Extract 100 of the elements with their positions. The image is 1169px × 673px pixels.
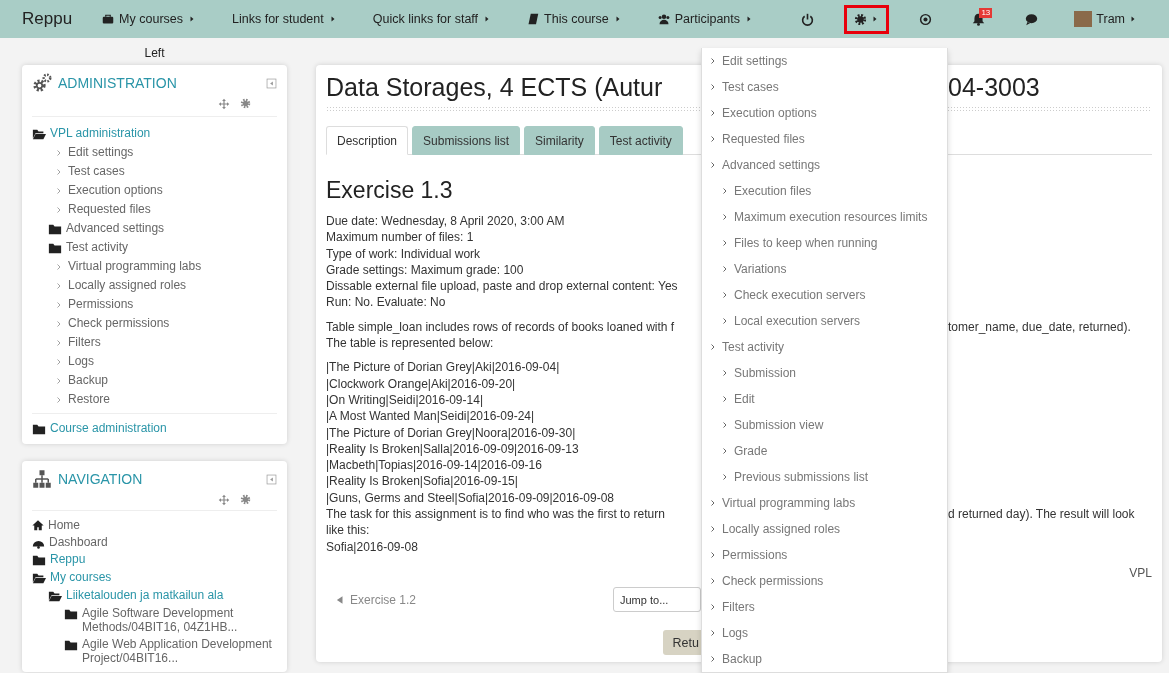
menu-item[interactable]: Files to keep when running	[702, 230, 947, 256]
tab[interactable]: Similarity	[524, 126, 595, 155]
menu-button[interactable]: This course	[523, 7, 626, 31]
chevron-icon	[721, 317, 729, 325]
chevron-icon	[709, 603, 717, 611]
book-icon	[527, 13, 540, 25]
notifications-button[interactable]: 13	[962, 4, 996, 34]
text-line: |The Picture of Dorian Grey|Aki|2016-09-04|	[326, 359, 561, 376]
menu-button[interactable]: Participants	[653, 7, 757, 31]
menu-button[interactable]: My courses	[98, 7, 200, 31]
site-name[interactable]: Reppu	[22, 9, 73, 29]
menu-item[interactable]: Test activity	[702, 334, 947, 360]
chevron-icon	[709, 161, 717, 169]
users-icon	[657, 13, 670, 25]
power-icon	[801, 12, 815, 26]
tree-item[interactable]: Permissions	[68, 297, 134, 312]
menu-item[interactable]: Check permissions	[702, 568, 947, 594]
chevron-icon	[721, 187, 729, 195]
menu-item[interactable]: Advanced settings	[702, 152, 947, 178]
menu-item[interactable]: Locally assigned roles	[702, 516, 947, 542]
chevron-icon	[55, 377, 63, 385]
chevron-icon	[709, 343, 717, 351]
user-menu[interactable]: Tram	[1068, 10, 1143, 28]
menu-item[interactable]: Edit	[702, 386, 947, 412]
tab[interactable]: Test activity	[598, 126, 683, 155]
chevron-icon	[709, 109, 717, 117]
menu-item[interactable]: Grade	[702, 438, 947, 464]
return-button[interactable]: Retu	[662, 630, 701, 656]
settings-icon	[854, 12, 868, 26]
menu-item[interactable]: Execution options	[702, 100, 947, 126]
menu-item[interactable]: Filters	[702, 594, 947, 620]
tree-item[interactable]: Execution options	[68, 183, 163, 198]
settings-button[interactable]	[844, 4, 890, 34]
text-line: |Guns, Germs and Steel|Sofia|2016-09-09|2016-09-08	[326, 489, 615, 507]
text-line: Grade settings: Maximum grade: 100	[326, 261, 525, 279]
menu-item[interactable]: Local execution servers	[702, 308, 947, 334]
tree-item[interactable]: Dashboard	[49, 534, 108, 549]
menu-item[interactable]: Permissions	[702, 542, 947, 568]
triangle-left-icon	[335, 594, 345, 605]
menu-item[interactable]: Virtual programming labs	[702, 490, 947, 516]
menu-button[interactable]: Quick links for staff	[368, 7, 496, 31]
tree-item[interactable]: Edit settings	[68, 145, 134, 160]
tab[interactable]: Description	[326, 126, 409, 155]
chevron-icon	[721, 473, 729, 481]
text-line: |Macbeth|Topias|2016-09-14|2016-09-16	[326, 457, 543, 474]
tree-item[interactable]: Logs	[68, 354, 95, 369]
tree-item[interactable]: Filters	[68, 335, 101, 350]
tree-item[interactable]: Test cases	[68, 164, 125, 179]
chevron-icon	[709, 655, 717, 663]
text-line: |Reality Is Broken|Sofia|2016-09-15|	[326, 473, 519, 490]
tab[interactable]: Submissions list	[412, 126, 521, 155]
chevron-icon	[709, 577, 717, 585]
page-title: Data Storages, 4 ECTS (Autur	[326, 72, 664, 103]
menu-item[interactable]: Check execution servers	[702, 282, 947, 308]
menu-item[interactable]: Logs	[702, 620, 947, 646]
menu-item[interactable]: Execution files	[702, 178, 947, 204]
menu-item[interactable]: Requested files	[702, 126, 947, 152]
chevron-icon	[55, 282, 63, 290]
tree-item[interactable]: Reppu	[50, 551, 86, 566]
menu-item[interactable]: Maximum execution resources limits	[702, 204, 947, 230]
tree-item[interactable]: Test activity	[66, 240, 128, 255]
menu-item[interactable]: Backup	[702, 646, 947, 672]
tree-item[interactable]: Agile Software Development Methods/04BIT16, 04Z1HB...	[82, 605, 277, 634]
previous-activity-link[interactable]: Exercise 1.2	[326, 592, 417, 607]
tree-item[interactable]: Locally assigned roles	[68, 278, 187, 293]
tree-item[interactable]: VPL administration	[50, 126, 151, 141]
tree-item[interactable]: Requested files	[68, 202, 151, 217]
settings-icon	[240, 494, 251, 505]
tree-item[interactable]: Liiketalouden ja matkailun ala	[66, 587, 224, 602]
gears-icon	[32, 73, 52, 93]
menu-item[interactable]: Edit settings	[702, 48, 947, 74]
tree-item[interactable]: Advanced settings	[66, 221, 165, 236]
tree-item[interactable]: Backup	[68, 373, 109, 388]
page-title: 04-3003	[948, 72, 1041, 103]
chevron-icon	[55, 396, 63, 404]
notification-count: 13	[979, 7, 993, 18]
menu-item[interactable]: Submission	[702, 360, 947, 386]
tree-item[interactable]: My courses	[50, 569, 112, 584]
chevron-icon	[709, 629, 717, 637]
move-icon	[218, 494, 230, 506]
menu-item[interactable]: Variations	[702, 256, 947, 282]
tree-item[interactable]: Virtual programming labs	[68, 259, 202, 274]
chevron-icon	[709, 525, 717, 533]
tree-item[interactable]: Agile Web Application Development Project/04BIT16...	[82, 636, 277, 665]
chevron-icon	[55, 358, 63, 366]
caret-icon	[745, 15, 753, 23]
tree-item[interactable]: Restore	[68, 392, 111, 407]
tree-item[interactable]: Check permissions	[68, 316, 170, 331]
collapse-icon	[266, 473, 277, 485]
sitemap-icon	[32, 469, 52, 489]
menu-button[interactable]: Links for student	[228, 7, 341, 31]
text-line: Sofia|2016-09-08	[326, 538, 419, 555]
text-line: The task for this assignment is to find who was the first to return	[326, 506, 666, 523]
menu-item[interactable]: Test cases	[702, 74, 947, 100]
menu-item[interactable]: Submission view	[702, 412, 947, 438]
menu-item[interactable]: Previous submissions list	[702, 464, 947, 490]
tree-item[interactable]: Home	[48, 517, 80, 532]
chevron-icon	[721, 369, 729, 377]
tree-item[interactable]: Course administration	[50, 421, 167, 436]
chevron-icon	[709, 135, 717, 143]
